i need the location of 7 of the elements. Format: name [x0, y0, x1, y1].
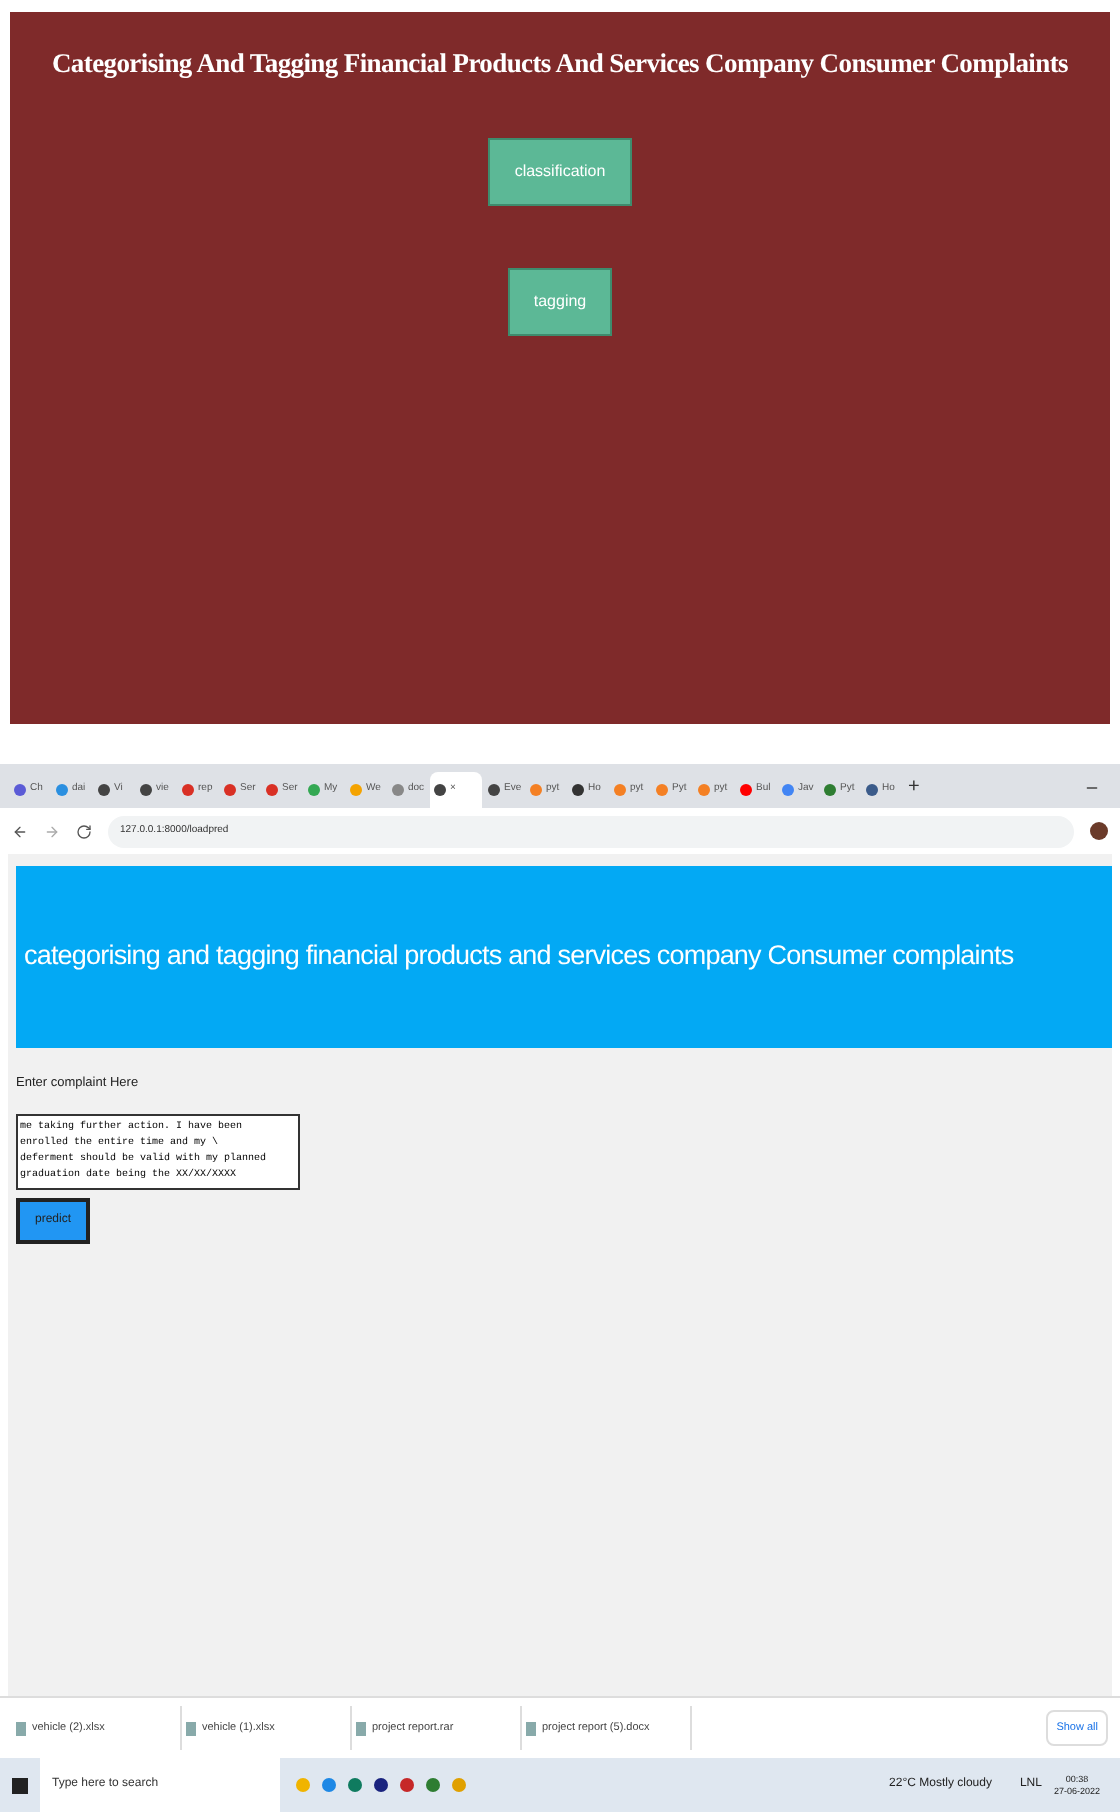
reload-icon[interactable]	[76, 823, 92, 839]
profile-avatar[interactable]	[1090, 822, 1108, 840]
banner-title: categorising and tagging financial products and services company Consumer complaints	[24, 938, 1014, 975]
back-icon[interactable]	[12, 823, 28, 839]
new-tab-button[interactable]: +	[908, 772, 920, 808]
page-title: Categorising And Tagging Financial Products And Services Company Consumer Complaints	[51, 46, 1068, 82]
start-icon[interactable]	[12, 1777, 28, 1793]
